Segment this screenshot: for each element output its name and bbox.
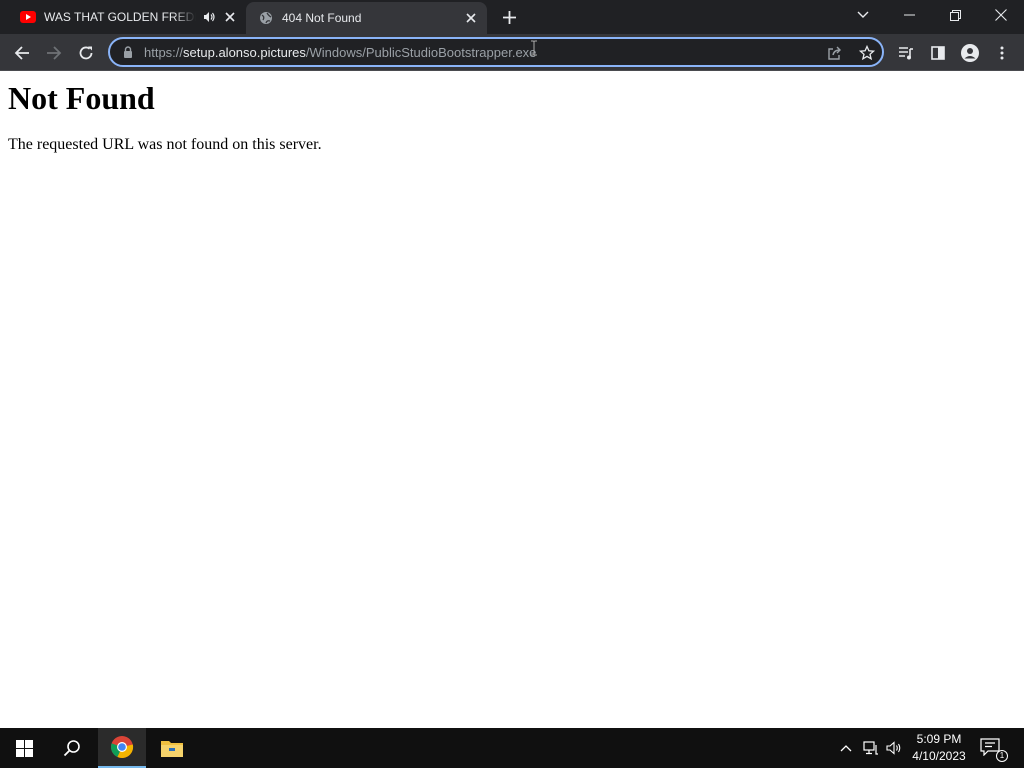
text-cursor-icon [530,40,538,56]
minimize-button[interactable] [886,0,932,30]
media-control-icon[interactable] [892,39,920,67]
tab-strip: WAS THAT GOLDEN FREDDY 404 Not Found [0,0,1024,34]
close-tab-icon[interactable] [222,9,238,25]
chrome-icon[interactable] [98,728,146,768]
browser-toolbar: https://setup.alonso.pictures/Windows/Pu… [0,34,1024,71]
speaker-icon[interactable] [202,10,216,24]
bookmark-star-icon[interactable] [858,44,876,62]
chrome-menu-icon[interactable] [988,39,1016,67]
reload-button[interactable] [72,39,100,67]
globe-icon [258,10,274,26]
network-icon[interactable] [863,740,879,756]
system-clock[interactable]: 5:09 PM 4/10/2023 [906,731,972,765]
new-tab-button[interactable] [498,7,520,27]
youtube-icon [20,9,36,25]
restore-button[interactable] [932,0,978,30]
close-tab-icon[interactable] [463,10,479,26]
clock-date: 4/10/2023 [912,749,966,763]
url-path: /Windows/PublicStudioBootstrapper.exe [305,44,537,60]
side-panel-icon[interactable] [924,39,952,67]
windows-taskbar: 5:09 PM 4/10/2023 1 [0,728,1024,768]
page-title: Not Found [8,80,155,116]
volume-icon[interactable] [886,740,902,756]
notification-badge: 1 [996,750,1008,762]
url-text[interactable]: https://setup.alonso.pictures/Windows/Pu… [144,45,536,60]
windows-start-icon[interactable] [0,728,48,768]
share-icon[interactable] [826,44,844,62]
tab-youtube[interactable]: WAS THAT GOLDEN FREDDY [8,0,246,34]
profile-avatar[interactable] [956,39,984,67]
tab-404-not-found[interactable]: 404 Not Found [246,2,487,34]
url-scheme: https:// [144,44,184,60]
tab-title: WAS THAT GOLDEN FREDDY [44,10,196,24]
error-message: The requested URL was not found on this … [8,136,322,153]
tab-title: 404 Not Found [282,11,362,25]
forward-button[interactable] [40,39,68,67]
file-explorer-icon[interactable] [148,728,196,768]
url-host: setup.alonso.pictures [183,44,306,60]
back-button[interactable] [8,39,36,67]
page-content: Not Found The requested URL was not foun… [0,72,1024,728]
tab-search-button[interactable] [840,0,886,30]
search-icon[interactable] [48,728,96,768]
close-window-button[interactable] [978,0,1024,30]
show-hidden-icons-icon[interactable] [838,740,854,756]
clock-time: 5:09 PM [916,732,962,746]
address-bar[interactable]: https://setup.alonso.pictures/Windows/Pu… [108,37,884,67]
lock-icon[interactable] [120,44,136,60]
